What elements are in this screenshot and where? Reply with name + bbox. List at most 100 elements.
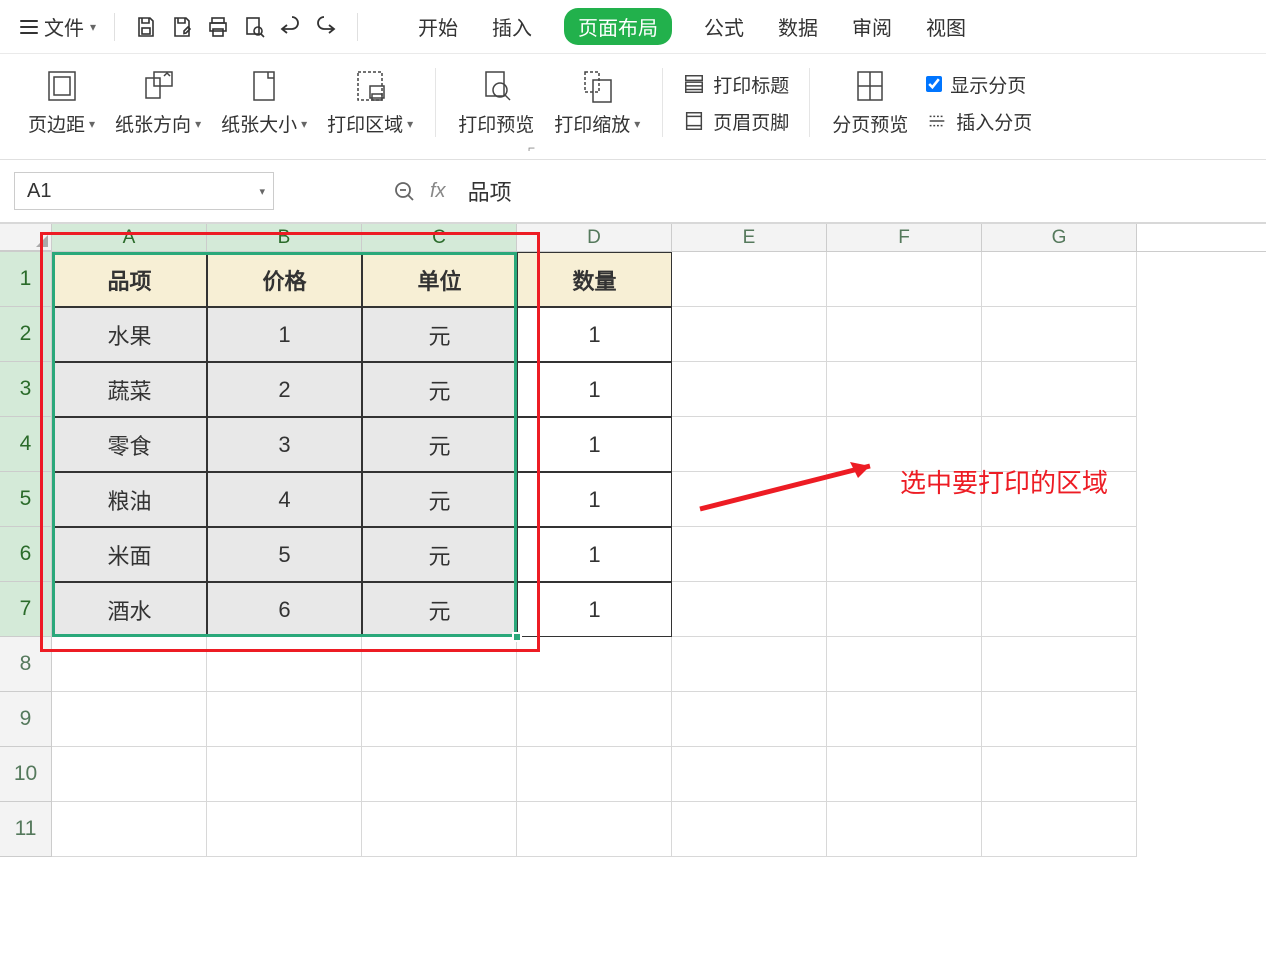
cell-E6[interactable] — [672, 527, 827, 582]
col-header-B[interactable]: B — [207, 224, 362, 251]
cell-D3[interactable]: 1 — [517, 362, 672, 417]
cell-G7[interactable] — [982, 582, 1137, 637]
cell-E8[interactable] — [672, 637, 827, 692]
col-header-E[interactable]: E — [672, 224, 827, 251]
row-header-2[interactable]: 2 — [0, 307, 52, 362]
cell-F11[interactable] — [827, 802, 982, 857]
cell-C7[interactable]: 元 — [362, 582, 517, 637]
cell-E10[interactable] — [672, 747, 827, 802]
orientation-button[interactable]: 纸张方向▾ — [109, 68, 207, 137]
cell-G11[interactable] — [982, 802, 1137, 857]
tab-data[interactable]: 数据 — [776, 8, 820, 45]
pagebreak-preview-button[interactable]: 分页预览 — [826, 68, 914, 137]
cell-A3[interactable]: 蔬菜 — [52, 362, 207, 417]
cell-F7[interactable] — [827, 582, 982, 637]
tab-review[interactable]: 审阅 — [850, 8, 894, 45]
cell-C10[interactable] — [362, 747, 517, 802]
cell-F8[interactable] — [827, 637, 982, 692]
col-header-G[interactable]: G — [982, 224, 1137, 251]
cell-A7[interactable]: 酒水 — [52, 582, 207, 637]
scaling-button[interactable]: 打印缩放▾ — [548, 68, 646, 137]
cancel-formula-icon[interactable] — [392, 179, 416, 203]
cell-D5[interactable]: 1 — [517, 472, 672, 527]
cell-C9[interactable] — [362, 692, 517, 747]
cell-A5[interactable]: 粮油 — [52, 472, 207, 527]
cell-G10[interactable] — [982, 747, 1137, 802]
print-preview-icon[interactable] — [241, 14, 267, 40]
show-pagebreak-checkbox[interactable]: 显示分页 — [926, 71, 1032, 98]
cell-D11[interactable] — [517, 802, 672, 857]
row-header-8[interactable]: 8 — [0, 637, 52, 692]
name-box[interactable]: A1 ▾ — [14, 172, 274, 210]
cell-F3[interactable] — [827, 362, 982, 417]
cell-D7[interactable]: 1 — [517, 582, 672, 637]
col-header-C[interactable]: C — [362, 224, 517, 251]
col-header-D[interactable]: D — [517, 224, 672, 251]
cell-A1[interactable]: 品项 — [52, 252, 207, 307]
print-titles-button[interactable]: 打印标题 — [683, 71, 789, 98]
row-header-11[interactable]: 11 — [0, 802, 52, 857]
cell-F2[interactable] — [827, 307, 982, 362]
cell-E2[interactable] — [672, 307, 827, 362]
cell-C6[interactable]: 元 — [362, 527, 517, 582]
cell-C2[interactable]: 元 — [362, 307, 517, 362]
cell-F10[interactable] — [827, 747, 982, 802]
fx-icon[interactable]: fx — [430, 180, 446, 203]
undo-icon[interactable] — [277, 14, 303, 40]
cell-B10[interactable] — [207, 747, 362, 802]
cell-E9[interactable] — [672, 692, 827, 747]
cell-G2[interactable] — [982, 307, 1137, 362]
printarea-button[interactable]: 打印区域▾ — [321, 68, 419, 137]
cell-A8[interactable] — [52, 637, 207, 692]
cell-C5[interactable]: 元 — [362, 472, 517, 527]
tab-insert[interactable]: 插入 — [490, 8, 534, 45]
dialog-launcher-icon[interactable]: ⌐ — [528, 141, 535, 155]
cell-D9[interactable] — [517, 692, 672, 747]
row-header-9[interactable]: 9 — [0, 692, 52, 747]
cells-grid[interactable]: 品项 价格 单位 数量 水果1元1 蔬菜2元1 零食3元1 粮油4元1 米面5元… — [52, 252, 1137, 857]
cell-D4[interactable]: 1 — [517, 417, 672, 472]
cell-A4[interactable]: 零食 — [52, 417, 207, 472]
cell-F6[interactable] — [827, 527, 982, 582]
cell-A11[interactable] — [52, 802, 207, 857]
cell-A9[interactable] — [52, 692, 207, 747]
cell-B3[interactable]: 2 — [207, 362, 362, 417]
cell-D2[interactable]: 1 — [517, 307, 672, 362]
save-as-icon[interactable] — [169, 14, 195, 40]
cell-A10[interactable] — [52, 747, 207, 802]
cell-G6[interactable] — [982, 527, 1137, 582]
cell-F9[interactable] — [827, 692, 982, 747]
file-menu[interactable]: 文件 ▾ — [20, 12, 96, 41]
selection-handle[interactable] — [512, 632, 522, 642]
row-header-6[interactable]: 6 — [0, 527, 52, 582]
cell-E7[interactable] — [672, 582, 827, 637]
cell-G3[interactable] — [982, 362, 1137, 417]
cell-B2[interactable]: 1 — [207, 307, 362, 362]
save-icon[interactable] — [133, 14, 159, 40]
cell-C1[interactable]: 单位 — [362, 252, 517, 307]
cell-B5[interactable]: 4 — [207, 472, 362, 527]
cell-G8[interactable] — [982, 637, 1137, 692]
cell-F1[interactable] — [827, 252, 982, 307]
cell-A2[interactable]: 水果 — [52, 307, 207, 362]
cell-B4[interactable]: 3 — [207, 417, 362, 472]
cell-E5[interactable] — [672, 472, 827, 527]
margins-button[interactable]: 页边距▾ — [22, 68, 101, 137]
tab-start[interactable]: 开始 — [416, 8, 460, 45]
cell-B6[interactable]: 5 — [207, 527, 362, 582]
row-header-1[interactable]: 1 — [0, 252, 52, 307]
redo-icon[interactable] — [313, 14, 339, 40]
cell-B9[interactable] — [207, 692, 362, 747]
cell-E11[interactable] — [672, 802, 827, 857]
row-header-3[interactable]: 3 — [0, 362, 52, 417]
col-header-A[interactable]: A — [52, 224, 207, 251]
tab-formula[interactable]: 公式 — [702, 8, 746, 45]
cell-D10[interactable] — [517, 747, 672, 802]
row-header-4[interactable]: 4 — [0, 417, 52, 472]
formula-input[interactable] — [454, 172, 1252, 210]
select-all-corner[interactable] — [0, 224, 52, 251]
print-icon[interactable] — [205, 14, 231, 40]
show-break-checkbox-input[interactable] — [926, 76, 942, 92]
tab-pagelayout[interactable]: 页面布局 — [564, 8, 672, 45]
cell-B1[interactable]: 价格 — [207, 252, 362, 307]
